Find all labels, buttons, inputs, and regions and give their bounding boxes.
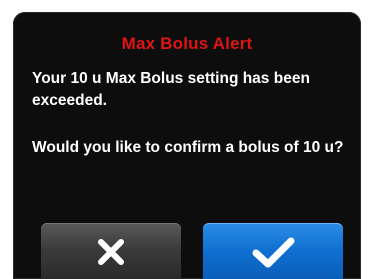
- check-icon: [252, 237, 295, 268]
- alert-screen: Max Bolus Alert Your 10 u Max Bolus sett…: [13, 12, 361, 279]
- confirm-button[interactable]: [203, 223, 343, 279]
- confirm-question: Would you like to confirm a bolus of 10 …: [32, 139, 344, 156]
- cancel-button[interactable]: [41, 223, 181, 279]
- x-icon: [98, 239, 124, 265]
- alert-message: Your 10 u Max Bolus setting has been exc…: [32, 70, 310, 109]
- alert-title: Max Bolus Alert: [121, 34, 253, 53]
- device-frame: Max Bolus Alert Your 10 u Max Bolus sett…: [0, 0, 373, 279]
